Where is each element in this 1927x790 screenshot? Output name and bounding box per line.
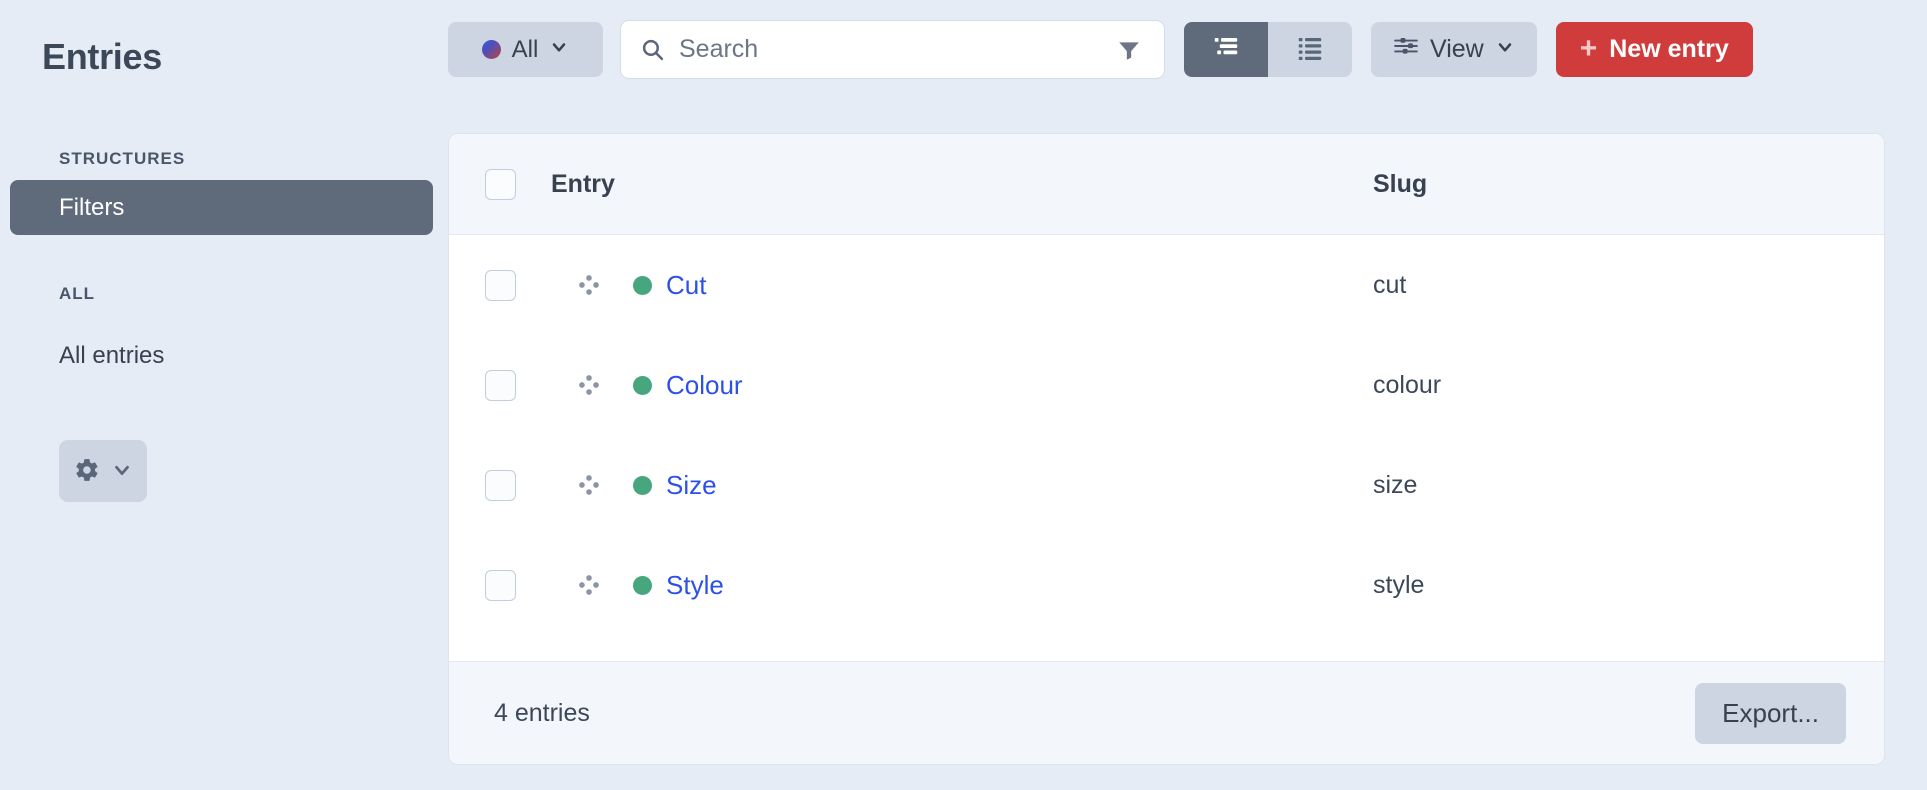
row-checkbox[interactable] bbox=[484, 269, 516, 301]
sidebar-item-filters[interactable]: Filters bbox=[10, 180, 433, 235]
structure-list-icon bbox=[1211, 33, 1241, 66]
entry-title-link[interactable]: Colour bbox=[666, 370, 743, 401]
search-input[interactable] bbox=[679, 35, 1116, 64]
filter-funnel-icon[interactable] bbox=[1116, 37, 1142, 63]
entry-title-wrap: Cut bbox=[633, 270, 706, 301]
row-select-cell bbox=[449, 569, 551, 601]
row-select-cell bbox=[449, 269, 551, 301]
table-footer: 4 entries Export... bbox=[449, 661, 1884, 764]
drag-handle-icon[interactable] bbox=[567, 272, 611, 298]
row-entry-cell: Colour bbox=[551, 370, 1373, 401]
source-dropdown-label: All bbox=[511, 35, 539, 63]
row-checkbox[interactable] bbox=[484, 569, 516, 601]
chevron-down-icon bbox=[1495, 35, 1515, 64]
new-entry-button[interactable]: + New entry bbox=[1555, 22, 1753, 77]
export-button[interactable]: Export... bbox=[1695, 682, 1846, 744]
search-icon bbox=[640, 37, 665, 62]
view-mode-list-button[interactable] bbox=[1268, 22, 1352, 77]
entry-title-link[interactable]: Cut bbox=[666, 270, 706, 301]
view-mode-toggle-group bbox=[1184, 22, 1352, 77]
select-all-checkbox[interactable] bbox=[484, 168, 516, 200]
list-icon bbox=[1295, 33, 1325, 66]
sidebar-section-heading-all: ALL bbox=[59, 284, 96, 303]
row-slug-cell: colour bbox=[1373, 371, 1884, 400]
view-mode-structure-button[interactable] bbox=[1184, 22, 1268, 77]
entry-title-wrap: Size bbox=[633, 470, 717, 501]
column-header-slug[interactable]: Slug bbox=[1373, 170, 1884, 199]
chevron-down-icon bbox=[111, 459, 133, 484]
slug-value: colour bbox=[1373, 370, 1442, 399]
view-options-label: View bbox=[1430, 35, 1484, 63]
sidebar: Entries STRUCTURES Filters ALL All entri… bbox=[0, 0, 433, 790]
drag-handle-icon[interactable] bbox=[567, 572, 611, 598]
row-slug-cell: size bbox=[1373, 471, 1884, 500]
select-all-cell bbox=[449, 168, 551, 200]
row-select-cell bbox=[449, 369, 551, 401]
entry-title-link[interactable]: Style bbox=[666, 570, 724, 601]
search-field[interactable] bbox=[620, 20, 1165, 79]
entries-count-label: 4 entries bbox=[494, 698, 590, 727]
row-entry-cell: Size bbox=[551, 470, 1373, 501]
chevron-down-icon bbox=[549, 36, 569, 64]
table-row[interactable]: Colour colour bbox=[449, 335, 1884, 435]
table-row[interactable]: Cut cut bbox=[449, 235, 1884, 335]
status-dot-icon bbox=[633, 575, 652, 595]
entries-page: Entries STRUCTURES Filters ALL All entri… bbox=[0, 0, 1927, 790]
status-dot-icon bbox=[633, 375, 652, 395]
column-header-label: Entry bbox=[551, 169, 615, 198]
drag-handle-icon[interactable] bbox=[567, 472, 611, 498]
entry-title-link[interactable]: Size bbox=[666, 470, 717, 501]
row-slug-cell: style bbox=[1373, 571, 1884, 600]
row-checkbox[interactable] bbox=[484, 369, 516, 401]
table-header-row: Entry Slug bbox=[449, 134, 1884, 235]
sidebar-section-heading-structures: STRUCTURES bbox=[59, 149, 186, 168]
view-options-button[interactable]: View bbox=[1371, 22, 1537, 77]
plus-icon: + bbox=[1579, 31, 1598, 65]
page-title: Entries bbox=[42, 36, 162, 77]
sidebar-item-label: All entries bbox=[59, 341, 165, 369]
gradient-dot-icon bbox=[481, 40, 501, 59]
source-dropdown-all[interactable]: All bbox=[448, 22, 603, 77]
row-select-cell bbox=[449, 469, 551, 501]
drag-handle-icon[interactable] bbox=[567, 372, 611, 398]
sliders-icon bbox=[1393, 33, 1419, 66]
status-dot-icon bbox=[633, 475, 652, 495]
sidebar-settings-button[interactable] bbox=[59, 440, 147, 502]
column-header-label: Slug bbox=[1373, 169, 1428, 198]
table-row[interactable]: Size size bbox=[449, 435, 1884, 535]
slug-value: size bbox=[1373, 470, 1418, 499]
row-slug-cell: cut bbox=[1373, 271, 1884, 300]
table-row[interactable]: Style style bbox=[449, 535, 1884, 635]
entry-title-wrap: Colour bbox=[633, 370, 743, 401]
toolbar: All Search View + New entry bbox=[448, 20, 1885, 79]
entries-table-panel: Entry Slug Cut cut Colour colour Size si… bbox=[448, 133, 1885, 765]
column-header-entry[interactable]: Entry bbox=[551, 170, 1373, 199]
slug-value: style bbox=[1373, 570, 1425, 599]
status-dot-icon bbox=[633, 275, 652, 295]
slug-value: cut bbox=[1373, 270, 1407, 299]
gear-icon bbox=[74, 457, 100, 486]
row-entry-cell: Style bbox=[551, 570, 1373, 601]
sidebar-item-all-entries[interactable]: All entries bbox=[10, 328, 433, 383]
sidebar-item-label: Filters bbox=[59, 193, 125, 221]
row-checkbox[interactable] bbox=[484, 469, 516, 501]
entry-title-wrap: Style bbox=[633, 570, 724, 601]
new-entry-label: New entry bbox=[1609, 35, 1729, 63]
row-entry-cell: Cut bbox=[551, 270, 1373, 301]
